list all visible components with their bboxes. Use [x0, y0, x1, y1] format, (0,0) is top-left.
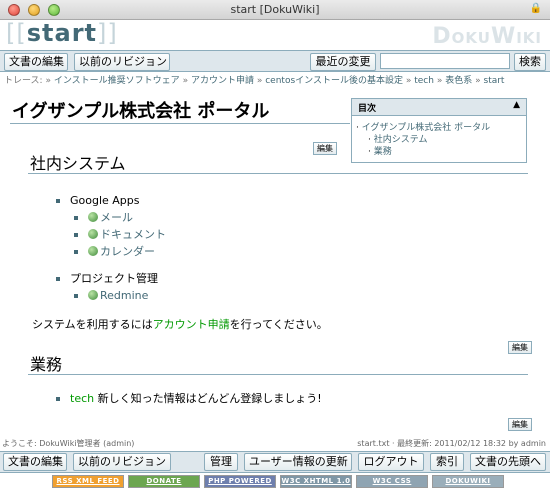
logo-text: start	[26, 19, 97, 47]
toc-link[interactable]: イグザンプル株式会社 ポータル	[362, 123, 490, 133]
projects-list: プロジェクト管理 Redmine	[56, 270, 158, 304]
search-button[interactable]: 検索	[514, 53, 546, 71]
list-item: プロジェクト管理	[56, 270, 158, 287]
breadcrumb-sep: »	[256, 76, 263, 86]
edit-page-button[interactable]: 文書の編集	[4, 53, 68, 71]
breadcrumb-item-current[interactable]: start	[484, 76, 505, 86]
mail-link[interactable]: メール	[100, 211, 133, 224]
section-divider	[28, 173, 528, 174]
breadcrumb-item[interactable]: アカウント申請	[191, 76, 254, 86]
list-group-label: プロジェクト管理	[70, 272, 158, 285]
breadcrumb-sep: »	[436, 76, 443, 86]
redmine-link[interactable]: Redmine	[100, 289, 148, 302]
toc-toggle-icon[interactable]: ▲	[513, 100, 520, 110]
dokuwiki-badge[interactable]: DOKUWIKI	[432, 475, 504, 488]
list-item: メール	[56, 209, 166, 226]
tech-link[interactable]: tech	[70, 392, 94, 405]
search-input[interactable]	[380, 53, 510, 69]
account-instruction: システムを利用するにはアカウント申請を行ってください。	[32, 316, 328, 332]
list-item: tech 新しく知った情報はどんどん登録しましょう!	[56, 390, 322, 407]
breadcrumb-sep: »	[405, 76, 412, 86]
page-title: イグザンプル株式会社 ポータル	[12, 101, 270, 122]
section-divider	[28, 374, 528, 375]
site-brand[interactable]: DokuWiki	[432, 24, 542, 49]
php-badge[interactable]: PHP POWERED	[204, 475, 276, 488]
breadcrumb: トレース: » インストール推奨ソフトウェア » アカウント申請 » cento…	[4, 73, 504, 86]
breadcrumb-sep: »	[182, 76, 189, 86]
window-title: start [DokuWiki]	[230, 3, 320, 16]
rss-badge[interactable]: RSS XML FEED	[52, 475, 124, 488]
breadcrumb-item[interactable]: centosインストール後の基本設定	[265, 76, 403, 86]
toc-link[interactable]: 業務	[374, 147, 392, 157]
breadcrumb-item[interactable]: tech	[414, 76, 434, 86]
breadcrumb-item[interactable]: 表色系	[445, 76, 472, 86]
para-text: を行ってください。	[229, 318, 328, 331]
globe-icon	[88, 290, 98, 300]
user-info: ようこそ: DokuWiki管理者 (admin)	[2, 439, 135, 448]
title-divider	[10, 123, 350, 124]
doc-info: start.txt · 最終更新: 2011/02/12 18:32 by ad…	[357, 439, 546, 448]
toc-link[interactable]: 社内システム	[374, 135, 428, 145]
globe-icon	[88, 246, 98, 256]
breadcrumb-label: トレース:	[4, 76, 43, 86]
account-request-link[interactable]: アカウント申請	[153, 318, 230, 331]
toc-header[interactable]: 目次 ▲	[352, 99, 526, 116]
list-item: Redmine	[56, 287, 158, 304]
globe-icon	[88, 229, 98, 239]
recent-changes-button[interactable]: 最近の変更	[310, 53, 376, 71]
logo-bracket-open: [[	[6, 19, 27, 47]
breadcrumb-item[interactable]: インストール推奨ソフトウェア	[54, 76, 180, 86]
para-text: システムを利用するには	[32, 318, 153, 331]
list-item: ドキュメント	[56, 226, 166, 243]
breadcrumb-sep: »	[475, 76, 481, 86]
globe-icon	[88, 212, 98, 222]
table-of-contents: 目次 ▲ · イグザンプル株式会社 ポータル · 社内システム · 業務	[351, 98, 527, 163]
section-heading-systems: 社内システム	[30, 154, 126, 173]
back-to-top-button[interactable]: 文書の先頭へ	[470, 453, 546, 471]
edit-section-button[interactable]: 編集	[508, 341, 532, 354]
edit-section-button[interactable]: 編集	[508, 418, 532, 431]
list-group-label: Google Apps	[70, 194, 140, 207]
list-item: カレンダー	[56, 243, 166, 260]
window-titlebar: start [DokuWiki] 🔒	[0, 0, 550, 20]
admin-button[interactable]: 管理	[204, 453, 238, 471]
css-badge[interactable]: W3C CSS	[356, 475, 428, 488]
toc-item: · 社内システム	[368, 135, 428, 145]
list-item-text: 新しく知った情報はどんどん登録しましょう!	[94, 392, 322, 405]
old-revisions-button-bottom[interactable]: 以前のリビジョン	[73, 453, 171, 471]
toc-item: · 業務	[368, 147, 392, 157]
edit-page-button-bottom[interactable]: 文書の編集	[3, 453, 67, 471]
xhtml-badge[interactable]: W3C XHTML 1.0	[280, 475, 352, 488]
logout-button[interactable]: ログアウト	[358, 453, 424, 471]
update-profile-button[interactable]: ユーザー情報の更新	[244, 453, 352, 471]
list-item: Google Apps	[56, 192, 166, 209]
section-heading-work: 業務	[30, 355, 63, 374]
logo-bracket-close: ]]	[97, 19, 118, 47]
donate-badge[interactable]: DONATE	[128, 475, 200, 488]
work-list: tech 新しく知った情報はどんどん登録しましょう!	[56, 390, 322, 407]
toc-title: 目次	[358, 104, 377, 114]
index-button[interactable]: 索引	[430, 453, 464, 471]
old-revisions-button[interactable]: 以前のリビジョン	[74, 53, 170, 71]
calendar-link[interactable]: カレンダー	[100, 245, 155, 258]
edit-section-button[interactable]: 編集	[313, 142, 337, 155]
systems-list: Google Apps メール ドキュメント カレンダー	[56, 192, 166, 260]
breadcrumb-sep: »	[45, 76, 51, 86]
page-id-link[interactable]: [[start]]	[6, 19, 118, 47]
toc-body: · イグザンプル株式会社 ポータル · 社内システム · 業務	[352, 116, 526, 162]
lock-icon: 🔒	[529, 3, 542, 14]
toc-item: · イグザンプル株式会社 ポータル	[356, 123, 491, 133]
documents-link[interactable]: ドキュメント	[100, 228, 166, 241]
